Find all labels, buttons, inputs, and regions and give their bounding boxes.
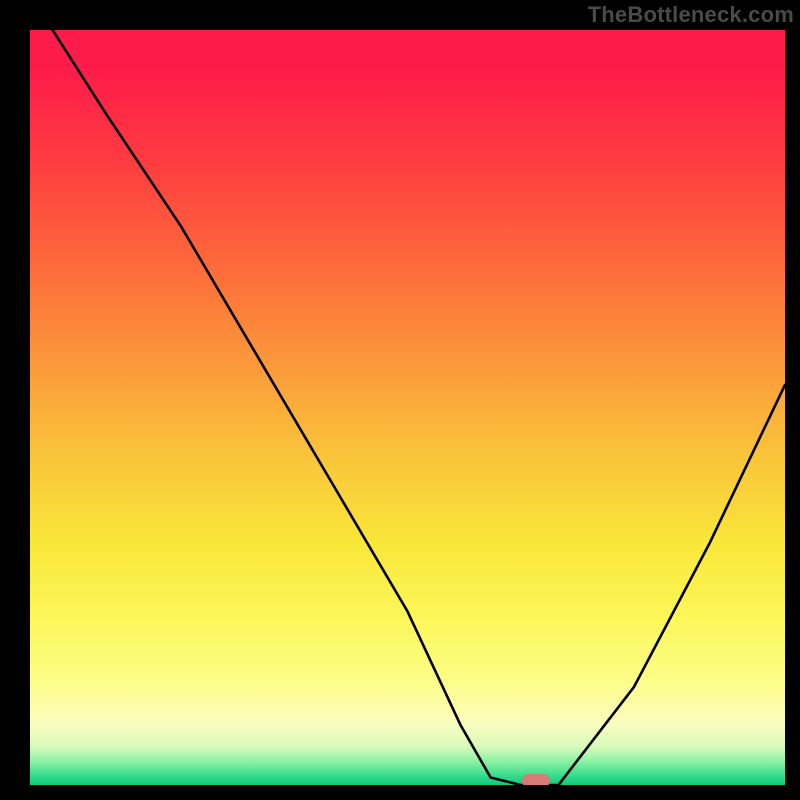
plot-area [30, 30, 785, 785]
optimal-marker [522, 774, 550, 785]
chart-frame: TheBottleneck.com [0, 0, 800, 800]
watermark-label: TheBottleneck.com [588, 2, 794, 28]
curve-svg [30, 30, 785, 785]
bottleneck-curve [53, 30, 785, 785]
